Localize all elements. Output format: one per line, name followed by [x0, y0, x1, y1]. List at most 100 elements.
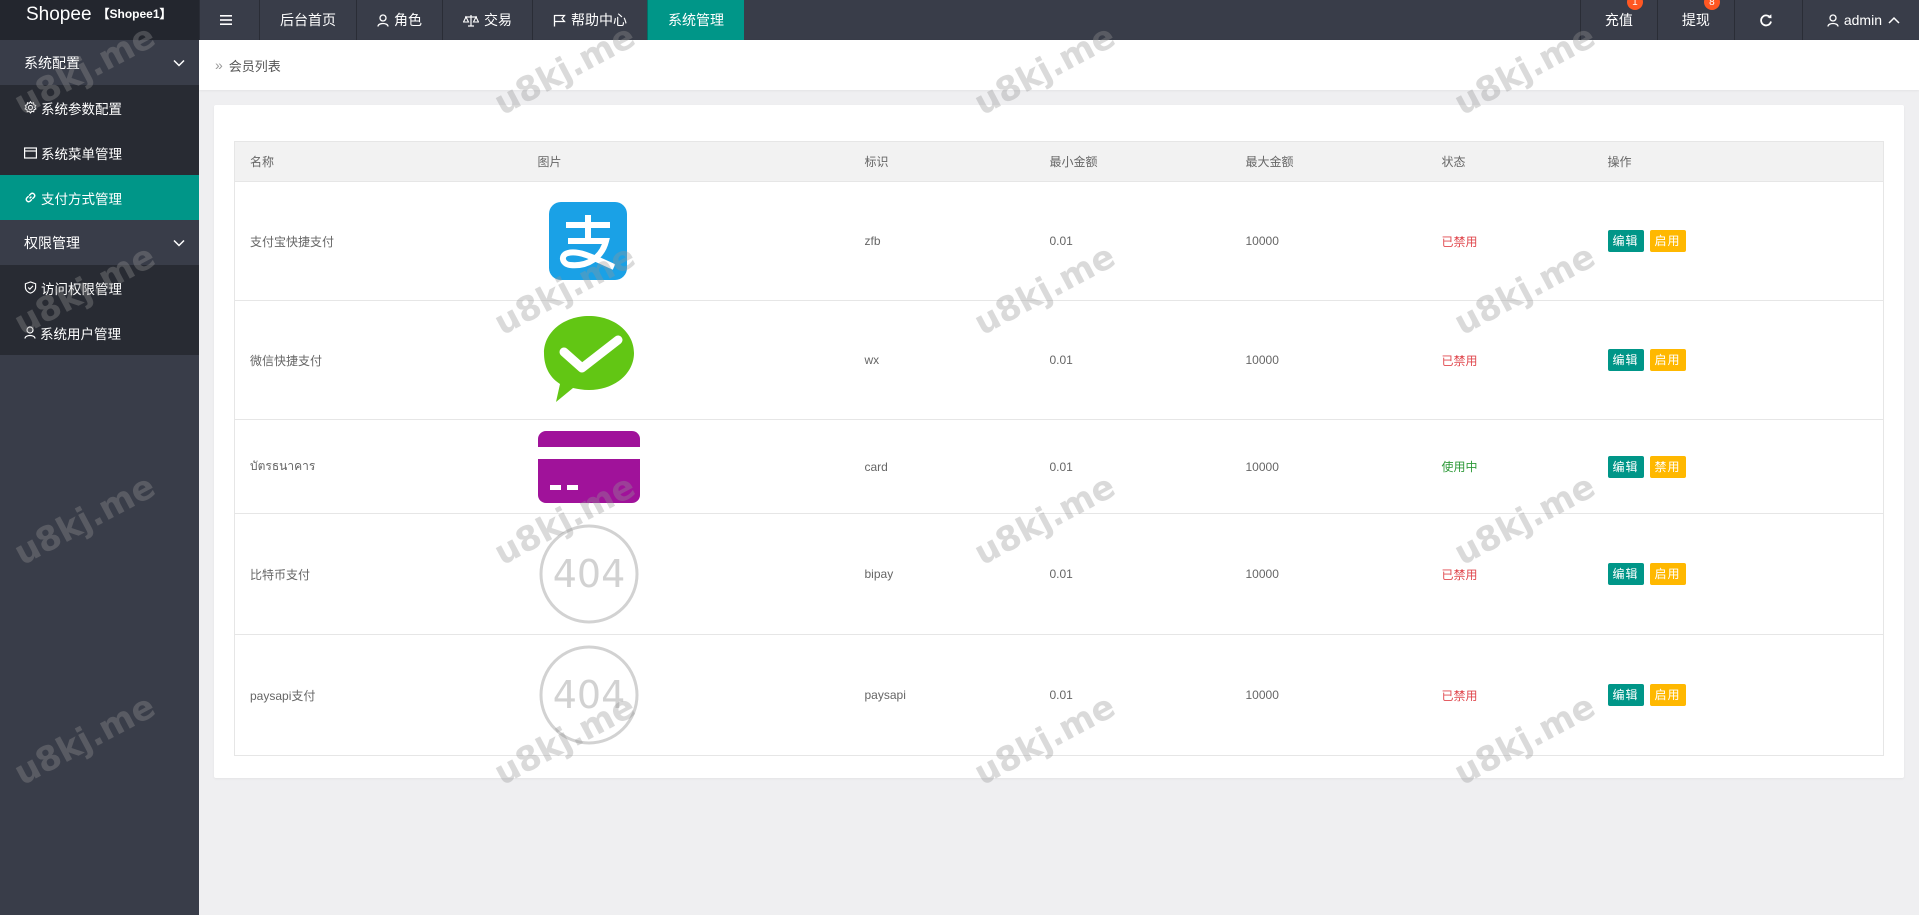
toggle-button[interactable]: 启用	[1649, 349, 1686, 371]
sidebar-item-label: 访问权限管理	[41, 281, 122, 297]
payment-name: 微信快捷支付	[234, 300, 523, 420]
alipay-logo	[548, 202, 627, 280]
svg-text:404: 404	[552, 673, 625, 717]
flag-icon	[553, 14, 566, 26]
payment-name: 支付宝快捷支付	[234, 181, 523, 301]
toggle-button[interactable]: 启用	[1649, 684, 1686, 706]
menu-toggle-button[interactable]	[199, 0, 259, 40]
refresh-button[interactable]	[1733, 0, 1802, 40]
column-header: 标识	[849, 141, 1035, 182]
sidebar-item-system-menu[interactable]: 系统菜单管理	[0, 130, 199, 175]
withdraw-button[interactable]: 提现 8	[1656, 0, 1734, 40]
scale-icon	[463, 14, 479, 27]
sidebar-group-label: 权限管理	[24, 234, 80, 251]
nav-label: 系统管理	[668, 12, 724, 28]
payment-code: card	[849, 419, 1035, 514]
sidebar-item-access-permissions[interactable]: 访问权限管理	[0, 265, 199, 310]
content-card: 名称 图片 标识 最小金额 最大金额 状态 操作 支付宝快捷支付 zfb 0.0…	[214, 105, 1904, 778]
nav-label: 提现	[1681, 12, 1710, 28]
nav-item-role[interactable]: 角色	[356, 0, 442, 40]
admin-name: admin	[1843, 12, 1882, 28]
column-header: 名称	[234, 141, 523, 182]
breadcrumb: » 会员列表	[199, 40, 1919, 90]
sidebar-item-payment-methods[interactable]: 支付方式管理	[0, 175, 199, 220]
edit-button[interactable]: 编辑	[1607, 684, 1644, 706]
column-header: 最小金额	[1034, 141, 1231, 182]
nav-item-system[interactable]: 系统管理	[647, 0, 744, 40]
nav-item-trade[interactable]: 交易	[442, 0, 532, 40]
payment-max: 10000	[1230, 300, 1427, 420]
table-row: 微信快捷支付 wx 0.01 10000 已禁用 编辑 启用	[234, 300, 1884, 420]
recharge-badge: 1	[1626, 0, 1643, 10]
status-badge: 已禁用	[1441, 688, 1478, 703]
nav-item-help[interactable]: 帮助中心	[532, 0, 647, 40]
column-header: 图片	[522, 141, 850, 182]
column-header: 状态	[1426, 141, 1593, 182]
sidebar-item-label: 系统用户管理	[40, 326, 121, 342]
payment-min: 0.01	[1034, 634, 1231, 756]
payment-image-cell	[522, 419, 850, 514]
brand-logo[interactable]: Shopee 【Shopee1】	[0, 0, 199, 40]
sidebar-item-system-users[interactable]: 系统用户管理	[0, 310, 199, 355]
sidebar-item-label: 系统菜单管理	[41, 146, 122, 162]
nav-label: 充值	[1604, 12, 1633, 28]
status-badge: 已禁用	[1441, 234, 1478, 249]
payment-image-cell: 404	[522, 513, 850, 635]
sidebar-group-system-config[interactable]: 系统配置	[0, 40, 199, 85]
hamburger-icon	[220, 15, 232, 25]
table-row: 支付宝快捷支付 zfb 0.01 10000 已禁用 编辑 启用	[234, 181, 1884, 301]
status-badge: 已禁用	[1441, 567, 1478, 582]
edit-button[interactable]: 编辑	[1607, 455, 1644, 478]
toggle-button[interactable]: 启用	[1649, 563, 1686, 585]
admin-menu[interactable]: admin	[1801, 0, 1919, 40]
link-icon	[25, 192, 36, 203]
payment-image-cell: 404	[522, 634, 850, 756]
nav-item-home[interactable]: 后台首页	[259, 0, 356, 40]
edit-button[interactable]: 编辑	[1607, 230, 1644, 252]
bank-card-logo	[537, 430, 640, 503]
payment-name: บัตรธนาคาร	[234, 419, 523, 514]
top-nav: 后台首页 角色 交易 帮助中心 系统管理	[199, 0, 744, 40]
sidebar-item-label: 支付方式管理	[41, 191, 122, 207]
recharge-button[interactable]: 充值 1	[1579, 0, 1657, 40]
brand-name: Shopee	[26, 4, 92, 25]
table-row: บัตรธนาคาร card 0.01 10000 使用中 编辑 禁用	[234, 419, 1884, 514]
column-header: 最大金额	[1230, 141, 1427, 182]
gear-icon	[24, 101, 37, 114]
payment-min: 0.01	[1034, 300, 1231, 420]
broken-image-404: 404	[539, 524, 638, 624]
sidebar-group-label: 系统配置	[24, 54, 80, 71]
payment-min: 0.01	[1034, 513, 1231, 635]
payment-code: wx	[849, 300, 1035, 420]
toggle-button[interactable]: 启用	[1649, 230, 1686, 252]
nav-label: 帮助中心	[571, 12, 627, 28]
payment-name: paysapi支付	[234, 634, 523, 756]
payment-max: 10000	[1230, 181, 1427, 301]
user-icon	[1827, 13, 1839, 27]
sidebar-item-label: 系统参数配置	[41, 101, 122, 117]
sidebar-group-permissions[interactable]: 权限管理	[0, 220, 199, 265]
broken-image-404: 404	[539, 645, 638, 745]
payment-max: 10000	[1230, 634, 1427, 756]
payment-min: 0.01	[1034, 181, 1231, 301]
payment-image-cell	[522, 181, 850, 301]
top-bar: Shopee 【Shopee1】 后台首页 角色 交易 帮助中心 系统管理 充值…	[0, 0, 1919, 40]
table-row: paysapi支付 404 paysapi 0.01 10000 已禁用 编辑启…	[234, 634, 1884, 756]
refresh-icon	[1760, 14, 1772, 27]
column-header: 操作	[1592, 141, 1884, 182]
edit-button[interactable]: 编辑	[1607, 349, 1644, 371]
payment-name: 比特币支付	[234, 513, 523, 635]
nav-label: 角色	[394, 12, 422, 28]
brand-sub: 【Shopee1】	[97, 7, 172, 21]
sidebar-item-system-params[interactable]: 系统参数配置	[0, 85, 199, 130]
status-badge: 使用中	[1441, 460, 1478, 474]
payment-max: 10000	[1230, 419, 1427, 514]
wechat-logo	[543, 316, 634, 402]
nav-label: 交易	[484, 12, 512, 28]
top-nav-right: 充值 1 提现 8 admin	[1579, 0, 1919, 40]
payment-max: 10000	[1230, 513, 1427, 635]
edit-button[interactable]: 编辑	[1607, 563, 1644, 585]
chevron-up-icon	[1888, 16, 1900, 24]
breadcrumb-current: 会员列表	[228, 58, 281, 74]
toggle-button[interactable]: 禁用	[1649, 455, 1686, 478]
